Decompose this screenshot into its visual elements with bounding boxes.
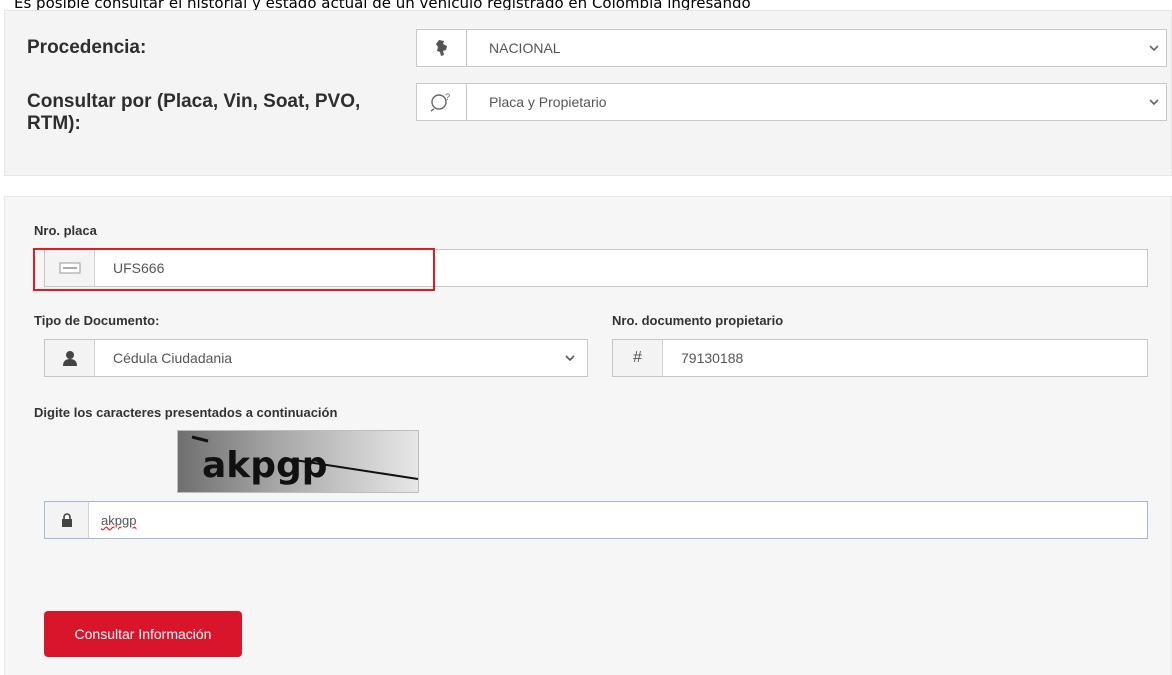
license-plate-icon <box>45 250 95 286</box>
lock-icon <box>45 502 89 538</box>
procedencia-label: Procedencia: <box>27 37 147 58</box>
query-form-panel: Nro. placa UFS666 Tipo de Documento: Céd… <box>4 196 1172 675</box>
placa-label: Nro. placa <box>34 223 97 238</box>
procedencia-value: NACIONAL <box>489 40 561 56</box>
tipo-documento-label: Tipo de Documento: <box>34 313 160 328</box>
user-icon <box>45 340 95 376</box>
nro-documento-value: 79130188 <box>681 350 744 366</box>
hash-icon: # <box>613 340 663 376</box>
chevron-down-icon <box>1142 98 1166 106</box>
placa-value: UFS666 <box>113 260 165 276</box>
caption-text: Es posible consultar el historial y esta… <box>14 0 751 10</box>
tipo-documento-select[interactable]: Cédula Ciudadania <box>44 339 588 377</box>
captcha-image: akpgp <box>177 430 419 493</box>
captcha-input-value: akpgp <box>101 512 137 528</box>
colombia-map-icon <box>417 30 467 66</box>
captcha-label: Digite los caracteres presentados a cont… <box>34 405 338 420</box>
search-type-panel: Procedencia: NACIONAL Consultar por (Pla… <box>4 10 1172 176</box>
chevron-down-icon <box>553 354 587 362</box>
nro-documento-label: Nro. documento propietario <box>612 313 784 328</box>
consultar-informacion-button[interactable]: Consultar Información <box>44 611 242 657</box>
placa-input[interactable]: UFS666 <box>44 249 1148 287</box>
consulta-select[interactable]: ? Placa y Propietario <box>416 83 1167 121</box>
captcha-text: akpgp <box>202 445 328 486</box>
tipo-documento-value: Cédula Ciudadania <box>113 350 233 366</box>
nro-documento-input[interactable]: # 79130188 <box>612 339 1148 377</box>
search-question-icon: ? <box>417 84 467 120</box>
svg-text:?: ? <box>445 92 450 102</box>
captcha-input[interactable]: akpgp <box>44 501 1148 539</box>
consulta-label: Consultar por (Placa, Vin, Soat, PVO, RT… <box>27 91 361 134</box>
chevron-down-icon <box>1142 44 1166 52</box>
consulta-value: Placa y Propietario <box>489 94 607 110</box>
procedencia-select[interactable]: NACIONAL <box>416 29 1167 67</box>
